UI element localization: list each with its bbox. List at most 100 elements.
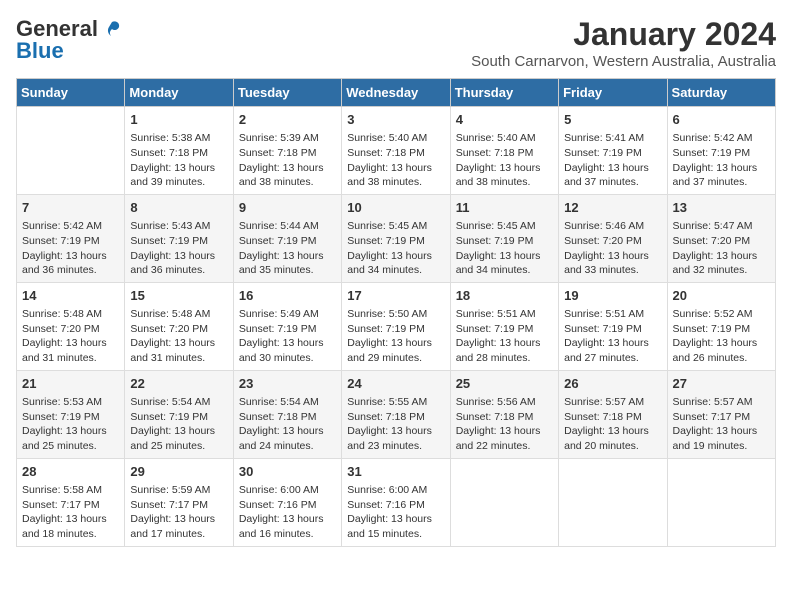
cell-info: Sunrise: 6:00 AM (239, 483, 336, 498)
calendar-cell (17, 107, 125, 195)
cell-info: Sunset: 7:18 PM (564, 410, 661, 425)
cell-info: Daylight: 13 hours (564, 424, 661, 439)
day-number: 9 (239, 199, 336, 217)
day-number: 30 (239, 463, 336, 481)
calendar-cell: 5Sunrise: 5:41 AMSunset: 7:19 PMDaylight… (559, 107, 667, 195)
cell-info: Daylight: 13 hours (130, 161, 227, 176)
cell-info: Sunrise: 5:56 AM (456, 395, 553, 410)
cell-info: Sunset: 7:16 PM (347, 498, 444, 513)
header-friday: Friday (559, 79, 667, 107)
cell-info: Sunset: 7:19 PM (456, 234, 553, 249)
cell-info: and 39 minutes. (130, 175, 227, 190)
cell-info: and 19 minutes. (673, 439, 770, 454)
cell-info: Sunrise: 5:54 AM (130, 395, 227, 410)
cell-info: Sunrise: 5:59 AM (130, 483, 227, 498)
calendar-cell: 2Sunrise: 5:39 AMSunset: 7:18 PMDaylight… (233, 107, 341, 195)
cell-info: Sunrise: 5:49 AM (239, 307, 336, 322)
cell-info: and 37 minutes. (673, 175, 770, 190)
cell-info: Daylight: 13 hours (22, 424, 119, 439)
cell-info: Sunset: 7:17 PM (22, 498, 119, 513)
cell-info: Daylight: 13 hours (22, 512, 119, 527)
day-number: 22 (130, 375, 227, 393)
cell-info: Sunrise: 5:48 AM (22, 307, 119, 322)
cell-info: Sunset: 7:18 PM (456, 410, 553, 425)
day-number: 21 (22, 375, 119, 393)
cell-info: and 26 minutes. (673, 351, 770, 366)
main-title: January 2024 (471, 16, 776, 53)
cell-info: Sunrise: 5:55 AM (347, 395, 444, 410)
week-row-1: 1Sunrise: 5:38 AMSunset: 7:18 PMDaylight… (17, 107, 776, 195)
day-number: 23 (239, 375, 336, 393)
cell-info: Daylight: 13 hours (130, 424, 227, 439)
cell-info: Sunset: 7:18 PM (456, 146, 553, 161)
cell-info: Daylight: 13 hours (347, 336, 444, 351)
cell-info: Sunset: 7:17 PM (130, 498, 227, 513)
calendar-cell (450, 458, 558, 546)
calendar-cell: 17Sunrise: 5:50 AMSunset: 7:19 PMDayligh… (342, 282, 450, 370)
cell-info: and 22 minutes. (456, 439, 553, 454)
cell-info: Sunrise: 5:46 AM (564, 219, 661, 234)
cell-info: Daylight: 13 hours (239, 336, 336, 351)
calendar-cell: 15Sunrise: 5:48 AMSunset: 7:20 PMDayligh… (125, 282, 233, 370)
cell-info: and 34 minutes. (347, 263, 444, 278)
cell-info: Daylight: 13 hours (130, 336, 227, 351)
calendar-cell: 25Sunrise: 5:56 AMSunset: 7:18 PMDayligh… (450, 370, 558, 458)
cell-info: Sunrise: 5:41 AM (564, 131, 661, 146)
cell-info: and 17 minutes. (130, 527, 227, 542)
cell-info: Daylight: 13 hours (456, 161, 553, 176)
header-saturday: Saturday (667, 79, 775, 107)
calendar-cell: 16Sunrise: 5:49 AMSunset: 7:19 PMDayligh… (233, 282, 341, 370)
logo-blue: Blue (16, 38, 64, 64)
cell-info: Sunset: 7:17 PM (673, 410, 770, 425)
cell-info: Sunset: 7:19 PM (22, 410, 119, 425)
cell-info: Daylight: 13 hours (456, 424, 553, 439)
calendar-cell: 6Sunrise: 5:42 AMSunset: 7:19 PMDaylight… (667, 107, 775, 195)
day-number: 10 (347, 199, 444, 217)
cell-info: and 25 minutes. (130, 439, 227, 454)
cell-info: Sunrise: 5:45 AM (456, 219, 553, 234)
cell-info: Sunset: 7:19 PM (673, 146, 770, 161)
day-number: 28 (22, 463, 119, 481)
cell-info: Daylight: 13 hours (456, 336, 553, 351)
cell-info: Sunrise: 5:42 AM (22, 219, 119, 234)
calendar-cell: 18Sunrise: 5:51 AMSunset: 7:19 PMDayligh… (450, 282, 558, 370)
calendar-cell: 3Sunrise: 5:40 AMSunset: 7:18 PMDaylight… (342, 107, 450, 195)
cell-info: and 28 minutes. (456, 351, 553, 366)
cell-info: Sunset: 7:19 PM (347, 322, 444, 337)
cell-info: Sunrise: 6:00 AM (347, 483, 444, 498)
calendar-cell: 14Sunrise: 5:48 AMSunset: 7:20 PMDayligh… (17, 282, 125, 370)
cell-info: Daylight: 13 hours (673, 161, 770, 176)
cell-info: Sunrise: 5:51 AM (456, 307, 553, 322)
cell-info: and 34 minutes. (456, 263, 553, 278)
header-row: SundayMondayTuesdayWednesdayThursdayFrid… (17, 79, 776, 107)
day-number: 7 (22, 199, 119, 217)
day-number: 2 (239, 111, 336, 129)
cell-info: Daylight: 13 hours (239, 249, 336, 264)
day-number: 5 (564, 111, 661, 129)
calendar-cell: 8Sunrise: 5:43 AMSunset: 7:19 PMDaylight… (125, 194, 233, 282)
cell-info: Sunrise: 5:47 AM (673, 219, 770, 234)
day-number: 8 (130, 199, 227, 217)
day-number: 12 (564, 199, 661, 217)
cell-info: Sunrise: 5:39 AM (239, 131, 336, 146)
day-number: 4 (456, 111, 553, 129)
page-header: General Blue January 2024 South Carnarvo… (16, 16, 776, 70)
cell-info: and 38 minutes. (456, 175, 553, 190)
cell-info: Sunrise: 5:40 AM (347, 131, 444, 146)
calendar-cell (667, 458, 775, 546)
cell-info: and 31 minutes. (22, 351, 119, 366)
cell-info: Sunset: 7:19 PM (673, 322, 770, 337)
cell-info: Daylight: 13 hours (239, 161, 336, 176)
cell-info: and 18 minutes. (22, 527, 119, 542)
cell-info: Sunrise: 5:40 AM (456, 131, 553, 146)
cell-info: Daylight: 13 hours (564, 336, 661, 351)
cell-info: Sunset: 7:19 PM (130, 410, 227, 425)
cell-info: and 31 minutes. (130, 351, 227, 366)
calendar-cell: 11Sunrise: 5:45 AMSunset: 7:19 PMDayligh… (450, 194, 558, 282)
day-number: 6 (673, 111, 770, 129)
cell-info: Sunrise: 5:43 AM (130, 219, 227, 234)
cell-info: and 35 minutes. (239, 263, 336, 278)
calendar-cell: 31Sunrise: 6:00 AMSunset: 7:16 PMDayligh… (342, 458, 450, 546)
cell-info: Sunrise: 5:57 AM (564, 395, 661, 410)
cell-info: Daylight: 13 hours (456, 249, 553, 264)
